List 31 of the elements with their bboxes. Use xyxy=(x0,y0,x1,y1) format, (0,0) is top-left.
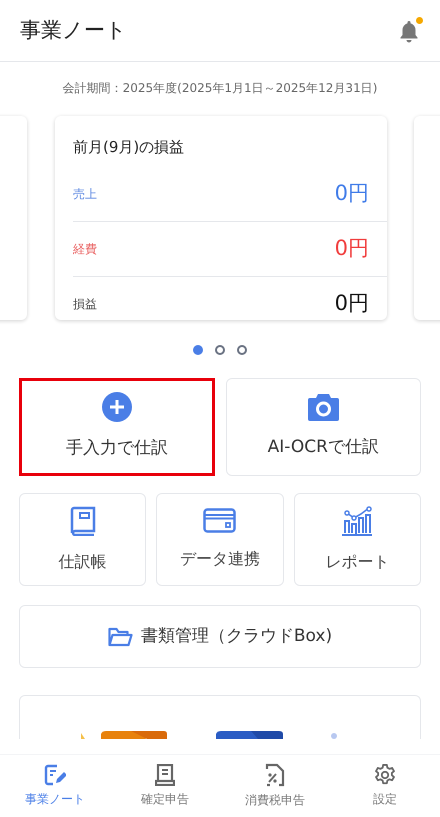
row-amount: 0円 xyxy=(334,290,369,318)
plus-icon xyxy=(102,392,132,422)
edit-note-icon xyxy=(44,764,66,786)
accounting-period: 会計期間：2025年度(2025年1月1日～2025年12月31日) xyxy=(62,80,378,97)
folder-icon xyxy=(108,626,133,646)
row-label: 損益 xyxy=(73,296,97,313)
action-button[interactable]: レポート xyxy=(294,493,421,586)
app-title: 事業ノート xyxy=(20,16,127,44)
action-button[interactable]: AI-OCRで仕訳 xyxy=(226,378,421,476)
nav-tab[interactable]: 確定申告 xyxy=(110,755,220,817)
book-icon xyxy=(70,506,96,536)
settings-icon xyxy=(374,764,396,786)
nav-tab[interactable]: 設定 xyxy=(330,755,440,817)
row-amount: 0円 xyxy=(334,180,369,207)
credit-card-icon xyxy=(203,508,236,533)
action-button[interactable]: 手入力で仕訳 xyxy=(19,378,214,476)
row-label: 経費 xyxy=(73,240,97,258)
action-button[interactable]: 仕訳帳 xyxy=(19,493,146,586)
document-icon xyxy=(155,764,175,786)
action-button[interactable]: データ連携 xyxy=(156,493,284,586)
nav-tab[interactable]: 消費税申告 xyxy=(220,755,330,817)
row-amount: 0円 xyxy=(334,234,369,262)
bar-chart-icon xyxy=(341,506,374,536)
camera-icon xyxy=(308,393,339,422)
nav-tab[interactable]: 事業ノート xyxy=(0,755,110,817)
banner-card[interactable] xyxy=(19,695,421,739)
row-label: 売上 xyxy=(73,186,97,202)
percent-document-icon xyxy=(265,763,285,787)
card-title: 前月(9月)の損益 xyxy=(73,137,186,158)
bell-icon[interactable] xyxy=(398,18,420,42)
document-storage-button[interactable]: 書類管理（クラウドBox) xyxy=(19,605,421,668)
